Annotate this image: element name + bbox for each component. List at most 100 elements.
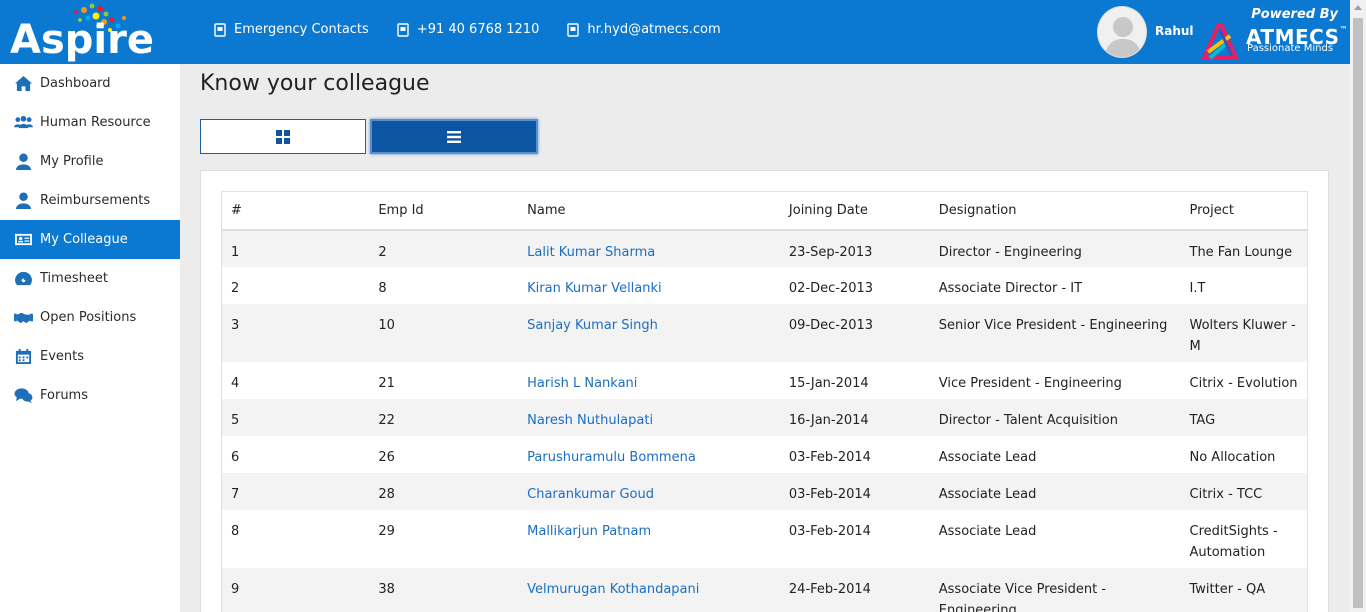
sidebar-item-dashboard[interactable]: Dashboard xyxy=(0,64,180,103)
joining-date: 24-Feb-2014 xyxy=(788,581,871,597)
phone-icon xyxy=(214,22,226,37)
table-row: 2 8 Kiran Kumar Vellanki 02-Dec-2013 Ass… xyxy=(221,266,1308,304)
emp-id: 26 xyxy=(378,449,395,465)
column-header[interactable]: Name xyxy=(518,191,780,231)
avatar-placeholder-icon xyxy=(1098,7,1146,57)
calendar-icon xyxy=(15,348,32,365)
joining-date: 09-Dec-2013 xyxy=(788,317,874,333)
colleague-name-link[interactable]: Charankumar Goud xyxy=(518,473,780,510)
project: The Fan Lounge xyxy=(1180,229,1308,267)
grid-view-button[interactable] xyxy=(200,119,366,154)
designation: Associate Lead xyxy=(938,449,1037,465)
scroll-up-arrow-icon[interactable] xyxy=(1354,5,1362,10)
colleague-name-link[interactable]: Sanjay Kumar Singh xyxy=(518,304,780,362)
contact-label: Emergency Contacts xyxy=(234,22,369,37)
column-header[interactable]: Project xyxy=(1180,191,1308,231)
email-link[interactable]: hr.hyd@atmecs.com xyxy=(567,22,721,37)
sidebar-item-label: Timesheet xyxy=(40,271,108,286)
colleague-name-link[interactable]: Mallikarjun Patnam xyxy=(518,510,780,568)
sidebar-item-events[interactable]: Events xyxy=(0,337,180,376)
sidebar-item-label: Open Positions xyxy=(40,310,137,325)
row-number: 4 xyxy=(221,361,370,399)
atmecs-logo: Powered By ATMECS™ Passionate Minds xyxy=(1200,6,1348,60)
joining-date: 23-Sep-2013 xyxy=(788,244,873,260)
colleague-name-link[interactable]: Kiran Kumar Vellanki xyxy=(518,267,780,304)
row-number: 5 xyxy=(221,398,370,436)
designation: Associate Lead xyxy=(938,486,1037,502)
users-icon xyxy=(14,115,33,129)
scrollbar-thumb[interactable] xyxy=(1353,18,1363,608)
joining-date: 15-Jan-2014 xyxy=(788,375,869,391)
sidebar-item-open-positions[interactable]: Open Positions xyxy=(0,298,180,337)
emp-id: 2 xyxy=(378,244,387,260)
page-scrollbar[interactable] xyxy=(1350,0,1366,612)
sidebar-item-forums[interactable]: Forums xyxy=(0,376,180,415)
id-card-icon xyxy=(15,233,32,246)
column-header[interactable]: Designation xyxy=(929,191,1181,231)
sidebar-item-label: Events xyxy=(40,349,85,364)
table-row: 6 26 Parushuramulu Bommena 03-Feb-2014 A… xyxy=(221,435,1308,473)
row-number: 3 xyxy=(221,303,370,362)
sidebar-item-label: Dashboard xyxy=(40,76,111,91)
row-number: 1 xyxy=(221,229,370,267)
top-header: Aspire Emergency Contacts +91 40 6768 12… xyxy=(0,0,1350,64)
sidebar-item-timesheet[interactable]: Timesheet xyxy=(0,259,180,298)
sidebar-item-my-colleague[interactable]: My Colleague xyxy=(0,220,180,259)
main-content: Know your colleague # Emp Id Name Joinin… xyxy=(180,64,1350,612)
designation: Associate Director - IT xyxy=(938,280,1083,296)
colleague-name-link[interactable]: Parushuramulu Bommena xyxy=(518,436,780,473)
avatar[interactable] xyxy=(1097,6,1147,58)
emergency-contacts-link[interactable]: Emergency Contacts xyxy=(214,22,369,37)
joining-date: 03-Feb-2014 xyxy=(788,523,871,539)
phone-icon xyxy=(397,22,409,37)
powered-by-text: Powered By xyxy=(1251,7,1338,22)
colleague-name-link[interactable]: Harish L Nankani xyxy=(518,362,780,399)
sidebar-item-human-resource[interactable]: Human Resource xyxy=(0,103,180,142)
joining-date: 02-Dec-2013 xyxy=(788,280,874,296)
table-row: 3 10 Sanjay Kumar Singh 09-Dec-2013 Seni… xyxy=(221,303,1308,362)
sidebar-item-label: Forums xyxy=(40,388,88,403)
designation: Senior Vice President - Engineering xyxy=(938,317,1168,333)
sidebar-item-label: My Colleague xyxy=(40,232,128,247)
contact-label: +91 40 6768 1210 xyxy=(416,22,540,37)
project: Wolters Kluwer - M xyxy=(1180,303,1308,362)
project: Twitter - QA xyxy=(1180,567,1308,612)
column-header[interactable]: Emp Id xyxy=(369,191,519,231)
comments-icon xyxy=(14,388,33,404)
project: TAG xyxy=(1180,398,1308,436)
phone-number-link[interactable]: +91 40 6768 1210 xyxy=(397,22,540,37)
row-number: 7 xyxy=(221,472,370,510)
column-header[interactable]: Joining Date xyxy=(779,191,930,231)
sidebar-item-label: My Profile xyxy=(40,154,104,169)
sidebar-item-label: Reimbursements xyxy=(40,193,151,208)
joining-date: 03-Feb-2014 xyxy=(788,449,871,465)
aspire-logo[interactable]: Aspire xyxy=(10,3,160,62)
project: No Allocation xyxy=(1180,435,1308,473)
header-contacts: Emergency Contacts +91 40 6768 1210 hr.h… xyxy=(214,22,721,37)
sidebar-item-my-profile[interactable]: My Profile xyxy=(0,142,180,181)
column-header[interactable]: # xyxy=(221,191,370,231)
table-header-row: # Emp Id Name Joining Date Designation P… xyxy=(221,191,1308,231)
designation: Vice President - Engineering xyxy=(938,375,1122,391)
row-number: 8 xyxy=(221,509,370,568)
colleague-name-link[interactable]: Naresh Nuthulapati xyxy=(518,399,780,436)
list-view-button[interactable] xyxy=(370,119,538,154)
designation: Director - Talent Acquisition xyxy=(938,412,1118,428)
table-row: 7 28 Charankumar Goud 03-Feb-2014 Associ… xyxy=(221,472,1308,510)
page-title: Know your colleague xyxy=(200,71,430,96)
designation: Associate Vice President - Engineering xyxy=(938,581,1107,612)
colleague-name-link[interactable]: Velmurugan Kothandapani xyxy=(518,568,780,612)
colleague-name-link[interactable]: Lalit Kumar Sharma xyxy=(518,230,780,267)
joining-date: 03-Feb-2014 xyxy=(788,486,871,502)
user-menu[interactable]: Rahul xyxy=(1097,6,1194,58)
row-number: 9 xyxy=(221,567,370,612)
handshake-icon xyxy=(14,312,33,324)
table-row: 9 38 Velmurugan Kothandapani 24-Feb-2014… xyxy=(221,567,1308,612)
dashboard-icon xyxy=(15,271,32,286)
designation: Director - Engineering xyxy=(938,244,1082,260)
emp-id: 29 xyxy=(378,523,395,539)
user-name: Rahul xyxy=(1155,24,1194,38)
table-row: 4 21 Harish L Nankani 15-Jan-2014 Vice P… xyxy=(221,361,1308,399)
colleague-table: # Emp Id Name Joining Date Designation P… xyxy=(221,191,1308,612)
sidebar-item-reimbursements[interactable]: Reimbursements xyxy=(0,181,180,220)
